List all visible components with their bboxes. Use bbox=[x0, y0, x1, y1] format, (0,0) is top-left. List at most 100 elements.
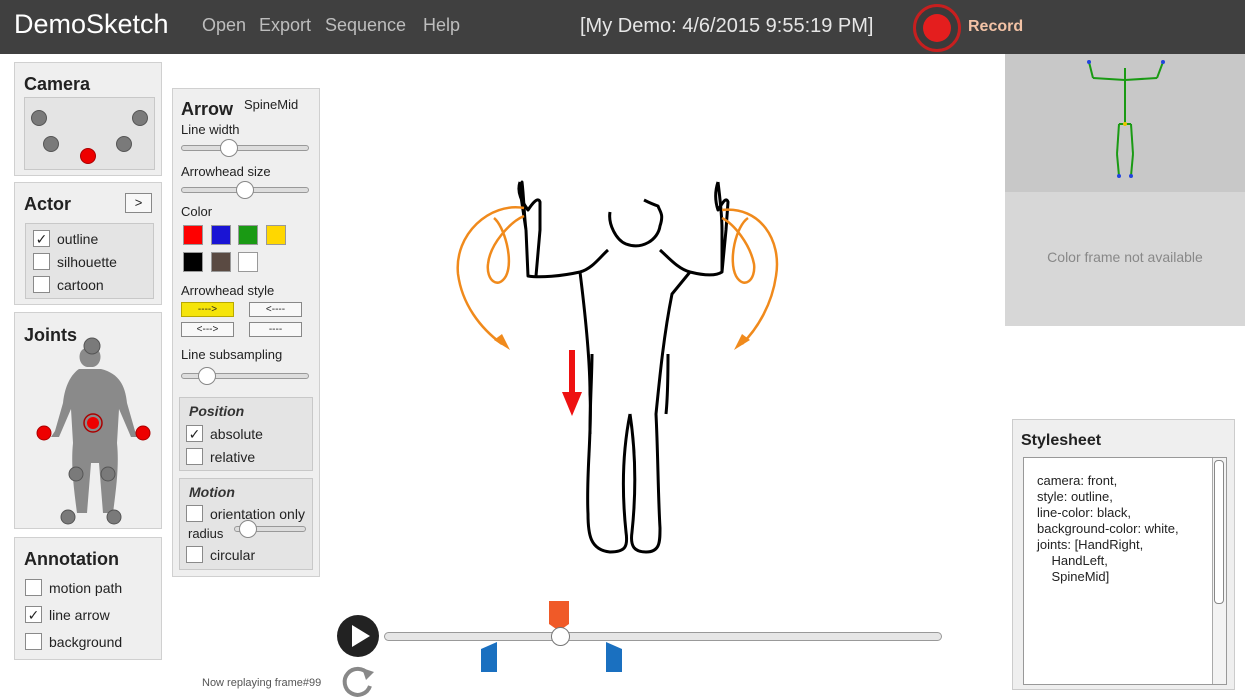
actor-panel: Actor > ✓ outline silhouette cartoon bbox=[14, 182, 162, 305]
camera-position-dot[interactable] bbox=[116, 136, 132, 152]
option-label: motion path bbox=[49, 579, 123, 596]
stylesheet-content[interactable]: camera: front, style: outline, line-colo… bbox=[1037, 473, 1179, 585]
timeline-track[interactable] bbox=[384, 632, 942, 641]
arrowhead-style-backward[interactable]: <---- bbox=[249, 302, 302, 317]
color-swatch[interactable] bbox=[211, 225, 231, 245]
stylesheet-title: Stylesheet bbox=[1021, 432, 1102, 449]
option-label: cartoon bbox=[57, 276, 104, 293]
top-bar: DemoSketch Open Export Sequence Help [My… bbox=[0, 0, 1245, 54]
color-swatch[interactable] bbox=[183, 252, 203, 272]
sketch-canvas[interactable] bbox=[330, 54, 1000, 594]
motion-group: Motion orientation only radius circular bbox=[179, 478, 313, 570]
body-joint-map[interactable] bbox=[15, 313, 163, 530]
joint-head bbox=[83, 337, 101, 355]
joint-spine-mid bbox=[87, 417, 99, 429]
actor-option-cartoon[interactable]: cartoon bbox=[33, 276, 104, 293]
arrow-title: Arrow bbox=[181, 99, 234, 119]
replay-icon[interactable] bbox=[340, 664, 376, 700]
checkbox[interactable] bbox=[33, 253, 50, 270]
stylesheet-scrollbar[interactable] bbox=[1212, 458, 1226, 684]
color-swatch[interactable] bbox=[183, 225, 203, 245]
option-label: orientation only bbox=[210, 505, 305, 522]
checkbox[interactable] bbox=[186, 448, 203, 465]
joints-panel: Joints bbox=[14, 312, 162, 529]
color-swatch[interactable] bbox=[266, 225, 286, 245]
arrowhead-style-both[interactable]: <---> bbox=[181, 322, 234, 337]
annotation-option-line-arrow[interactable]: ✓ line arrow bbox=[25, 606, 110, 623]
skeleton-icon bbox=[1087, 60, 1165, 178]
play-icon bbox=[352, 625, 370, 647]
radius-slider-thumb[interactable] bbox=[239, 520, 258, 538]
arrow-panel: Arrow SpineMid Line width Arrowhead size… bbox=[172, 88, 320, 577]
joint-foot-left bbox=[106, 509, 122, 525]
line-width-slider-thumb[interactable] bbox=[219, 139, 238, 157]
checkbox[interactable] bbox=[186, 546, 203, 563]
position-group: Position ✓ absolute relative bbox=[179, 397, 313, 471]
actor-next-button[interactable]: > bbox=[125, 193, 152, 213]
color-swatch[interactable] bbox=[238, 225, 258, 245]
camera-panel: Camera bbox=[14, 62, 162, 176]
checkbox[interactable] bbox=[33, 276, 50, 293]
camera-position-dot[interactable] bbox=[43, 136, 59, 152]
app-title: DemoSketch bbox=[14, 9, 169, 39]
annotation-option-motion-path[interactable]: motion path bbox=[25, 579, 122, 596]
menu-sequence[interactable]: Sequence bbox=[325, 15, 406, 36]
checkbox-checked[interactable]: ✓ bbox=[25, 606, 42, 623]
option-label: background bbox=[49, 633, 123, 650]
option-label: relative bbox=[210, 448, 256, 465]
position-absolute-option[interactable]: ✓ absolute bbox=[186, 425, 263, 442]
demo-title: [My Demo: 4/6/2015 9:55:19 PM] bbox=[580, 15, 874, 37]
camera-title: Camera bbox=[24, 74, 91, 94]
menu-help[interactable]: Help bbox=[423, 15, 460, 36]
replay-status: Now replaying frame#99 bbox=[202, 677, 322, 689]
camera-position-dot-selected[interactable] bbox=[80, 148, 96, 164]
record-label[interactable]: Record bbox=[968, 18, 1023, 36]
camera-position-dot[interactable] bbox=[31, 110, 47, 126]
option-label: circular bbox=[210, 546, 256, 563]
joint-foot-right bbox=[60, 509, 76, 525]
arrowhead-style-forward[interactable]: ----> bbox=[181, 302, 234, 317]
skeleton-preview bbox=[1005, 54, 1245, 192]
line-width-label: Line width bbox=[181, 122, 240, 137]
line-subsampling-slider-thumb[interactable] bbox=[197, 367, 216, 385]
play-button[interactable] bbox=[337, 615, 379, 657]
annotation-panel: Annotation motion path ✓ line arrow back… bbox=[14, 537, 162, 660]
checkbox[interactable] bbox=[186, 505, 203, 522]
color-swatch[interactable] bbox=[211, 252, 231, 272]
checkbox[interactable] bbox=[25, 579, 42, 596]
stylesheet-scroll-thumb[interactable] bbox=[1214, 460, 1224, 604]
joint-knee-right bbox=[68, 466, 84, 482]
actor-option-silhouette[interactable]: silhouette bbox=[33, 253, 117, 270]
camera-position-dot[interactable] bbox=[132, 110, 148, 126]
position-title: Position bbox=[189, 403, 245, 419]
arrowhead-size-slider-thumb[interactable] bbox=[236, 181, 254, 199]
arrowhead-size-label: Arrowhead size bbox=[181, 164, 271, 179]
actor-title: Actor bbox=[24, 194, 72, 214]
stylesheet-panel: Stylesheet camera: front, style: outline… bbox=[1012, 419, 1235, 690]
checkbox[interactable] bbox=[25, 633, 42, 650]
line-width-slider[interactable] bbox=[181, 145, 309, 151]
joint-hand-left bbox=[135, 425, 151, 441]
menu-export[interactable]: Export bbox=[259, 15, 311, 36]
arrowhead-style-none[interactable]: ---- bbox=[249, 322, 302, 337]
motion-circular-option[interactable]: circular bbox=[186, 546, 255, 563]
checkbox-checked[interactable]: ✓ bbox=[33, 230, 50, 247]
stylesheet-editor[interactable]: camera: front, style: outline, line-colo… bbox=[1023, 457, 1227, 685]
option-label: outline bbox=[57, 230, 99, 247]
annotation-option-background[interactable]: background bbox=[25, 633, 122, 650]
arrowhead-style-label: Arrowhead style bbox=[181, 283, 275, 298]
range-end-marker[interactable] bbox=[605, 641, 623, 673]
range-start-marker[interactable] bbox=[480, 641, 498, 673]
checkbox-checked[interactable]: ✓ bbox=[186, 425, 203, 442]
menu-open[interactable]: Open bbox=[202, 15, 246, 36]
color-swatch[interactable] bbox=[238, 252, 258, 272]
option-label: silhouette bbox=[57, 253, 117, 270]
record-button[interactable] bbox=[913, 4, 961, 52]
actor-outline bbox=[517, 180, 730, 554]
motion-arrowhead-left bbox=[494, 334, 510, 350]
position-relative-option[interactable]: relative bbox=[186, 448, 255, 465]
timeline-thumb[interactable] bbox=[551, 627, 570, 646]
actor-options: ✓ outline silhouette cartoon bbox=[25, 223, 154, 299]
actor-option-outline[interactable]: ✓ outline bbox=[33, 230, 98, 247]
motion-path-right bbox=[721, 208, 779, 345]
